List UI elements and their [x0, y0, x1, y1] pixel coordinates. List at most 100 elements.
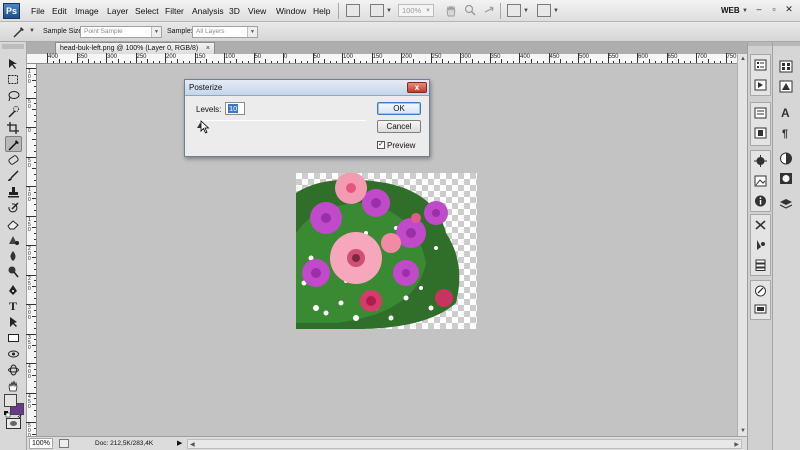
chevron-down-icon[interactable]: ▼: [29, 28, 35, 34]
hand-tool-icon[interactable]: [5, 378, 22, 394]
eraser-tool-icon[interactable]: [5, 216, 22, 232]
move-tool-icon[interactable]: [5, 56, 22, 72]
status-info-icon[interactable]: [59, 439, 69, 448]
close-icon[interactable]: ×: [206, 43, 210, 54]
preview-label: Preview: [387, 141, 416, 150]
chevron-down-icon[interactable]: ▼: [553, 8, 559, 14]
hand-tool-icon[interactable]: [444, 4, 458, 17]
adjustments-panel-icon[interactable]: [779, 152, 793, 165]
quick-mask-icon[interactable]: [6, 418, 21, 429]
pen-presets-icon[interactable]: [754, 239, 767, 251]
zoom-level-field[interactable]: 100%: [29, 438, 53, 449]
arrange-documents-icon[interactable]: [507, 4, 521, 17]
path-selection-tool-icon[interactable]: [5, 314, 22, 330]
sample-select[interactable]: All Layers ▼: [192, 26, 258, 38]
history-panel-icon[interactable]: [754, 59, 767, 71]
measurement-log-icon[interactable]: [754, 285, 767, 297]
scroll-down-icon[interactable]: ▼: [740, 428, 746, 434]
screen-mode-icon[interactable]: [537, 4, 551, 17]
menu-file[interactable]: File: [31, 6, 45, 16]
dialog-title-bar[interactable]: Posterize x: [185, 80, 429, 96]
rotate-view-icon[interactable]: [482, 4, 496, 17]
zoom-tool-icon[interactable]: [463, 4, 477, 17]
ruler-tick: [34, 209, 36, 211]
3d-orbit-tool-icon[interactable]: [5, 362, 22, 378]
panel-grip[interactable]: [748, 42, 772, 46]
color-panel-icon[interactable]: [779, 60, 793, 73]
document-image[interactable]: [296, 173, 477, 329]
ok-button[interactable]: OK: [377, 102, 421, 115]
status-menu-arrow-icon[interactable]: ▶: [177, 439, 182, 447]
layer-comps-icon[interactable]: [754, 259, 767, 271]
menu-layer[interactable]: Layer: [107, 6, 128, 16]
menu-3d[interactable]: 3D: [229, 6, 240, 16]
ruler-tick: [88, 59, 90, 63]
actions-panel-icon[interactable]: [754, 79, 767, 91]
pen-tool-icon[interactable]: [5, 282, 22, 298]
crop-tool-icon[interactable]: [5, 120, 22, 136]
menu-analysis[interactable]: Analysis: [192, 6, 224, 16]
sample-size-select[interactable]: Point Sample ▼: [80, 26, 162, 38]
quick-selection-tool-icon[interactable]: [5, 104, 22, 120]
animation-panel-icon[interactable]: [754, 303, 767, 315]
restore-icon[interactable]: ▫: [768, 3, 780, 15]
menu-image[interactable]: Image: [75, 6, 99, 16]
close-button[interactable]: x: [407, 82, 427, 93]
lasso-tool-icon[interactable]: [5, 88, 22, 104]
ruler-tick: [34, 292, 36, 294]
view-extras-icon[interactable]: [370, 4, 384, 17]
marquee-tool-icon[interactable]: [5, 72, 22, 88]
horizontal-scrollbar[interactable]: ◀ ▶: [187, 439, 742, 449]
menu-edit[interactable]: Edit: [52, 6, 67, 16]
levels-slider[interactable]: [196, 120, 366, 121]
cancel-button[interactable]: Cancel: [377, 120, 421, 133]
tool-presets-icon[interactable]: [754, 219, 767, 231]
scroll-up-icon[interactable]: ▲: [740, 56, 746, 62]
gradient-tool-icon[interactable]: [5, 232, 22, 248]
3d-rotate-tool-icon[interactable]: [5, 346, 22, 362]
chevron-down-icon[interactable]: ▼: [523, 8, 529, 14]
menu-select[interactable]: Select: [135, 6, 159, 16]
clone-stamp-tool-icon[interactable]: [5, 184, 22, 200]
swatches-panel-icon[interactable]: [779, 80, 793, 93]
chevron-down-icon[interactable]: ▼: [386, 8, 392, 14]
character-panel-icon[interactable]: [754, 127, 767, 139]
levels-input[interactable]: 10: [225, 102, 245, 115]
ruler-label: 50: [313, 54, 321, 60]
blur-tool-icon[interactable]: [5, 248, 22, 264]
history-brush-tool-icon[interactable]: [5, 200, 22, 216]
dodge-tool-icon[interactable]: [5, 264, 22, 280]
menu-window[interactable]: Window: [276, 6, 306, 16]
masks-panel-icon[interactable]: [779, 172, 793, 185]
menu-help[interactable]: Help: [313, 6, 330, 16]
chevron-down-icon[interactable]: ▼: [425, 8, 431, 14]
chevron-down-icon[interactable]: ▼: [742, 8, 748, 14]
info-circle-icon[interactable]: [754, 195, 767, 207]
workspace-switcher[interactable]: WEB: [721, 6, 740, 15]
eyedropper-preset-icon[interactable]: [12, 25, 26, 41]
brushes-panel-icon[interactable]: [754, 155, 767, 167]
text-panel-icon[interactable]: A: [779, 106, 793, 120]
paragraph-panel-icon[interactable]: ¶: [779, 126, 793, 140]
clone-source-panel-icon[interactable]: [754, 175, 767, 187]
launch-bridge-icon[interactable]: [346, 4, 360, 17]
menu-filter[interactable]: Filter: [165, 6, 184, 16]
vertical-scrollbar[interactable]: ▲ ▼: [737, 54, 747, 436]
type-tool-icon[interactable]: T: [5, 298, 22, 314]
scroll-right-icon[interactable]: ▶: [734, 441, 739, 448]
scroll-left-icon[interactable]: ◀: [190, 441, 195, 448]
eyedropper-tool-icon[interactable]: [5, 136, 22, 152]
panel-grip[interactable]: [773, 42, 800, 46]
menu-view[interactable]: View: [248, 6, 266, 16]
preview-checkbox[interactable]: ✓: [377, 141, 385, 149]
layers-panel-icon[interactable]: [779, 198, 793, 211]
info-panel-icon[interactable]: [754, 107, 767, 119]
close-icon[interactable]: ✕: [783, 3, 795, 15]
spot-healing-tool-icon[interactable]: [5, 152, 22, 168]
brush-tool-icon[interactable]: [5, 168, 22, 184]
minimize-icon[interactable]: –: [753, 3, 765, 15]
ruler-tick: [34, 239, 36, 241]
panel-grip[interactable]: [2, 44, 24, 49]
foreground-color-swatch[interactable]: [4, 394, 17, 407]
shape-tool-icon[interactable]: [5, 330, 22, 346]
